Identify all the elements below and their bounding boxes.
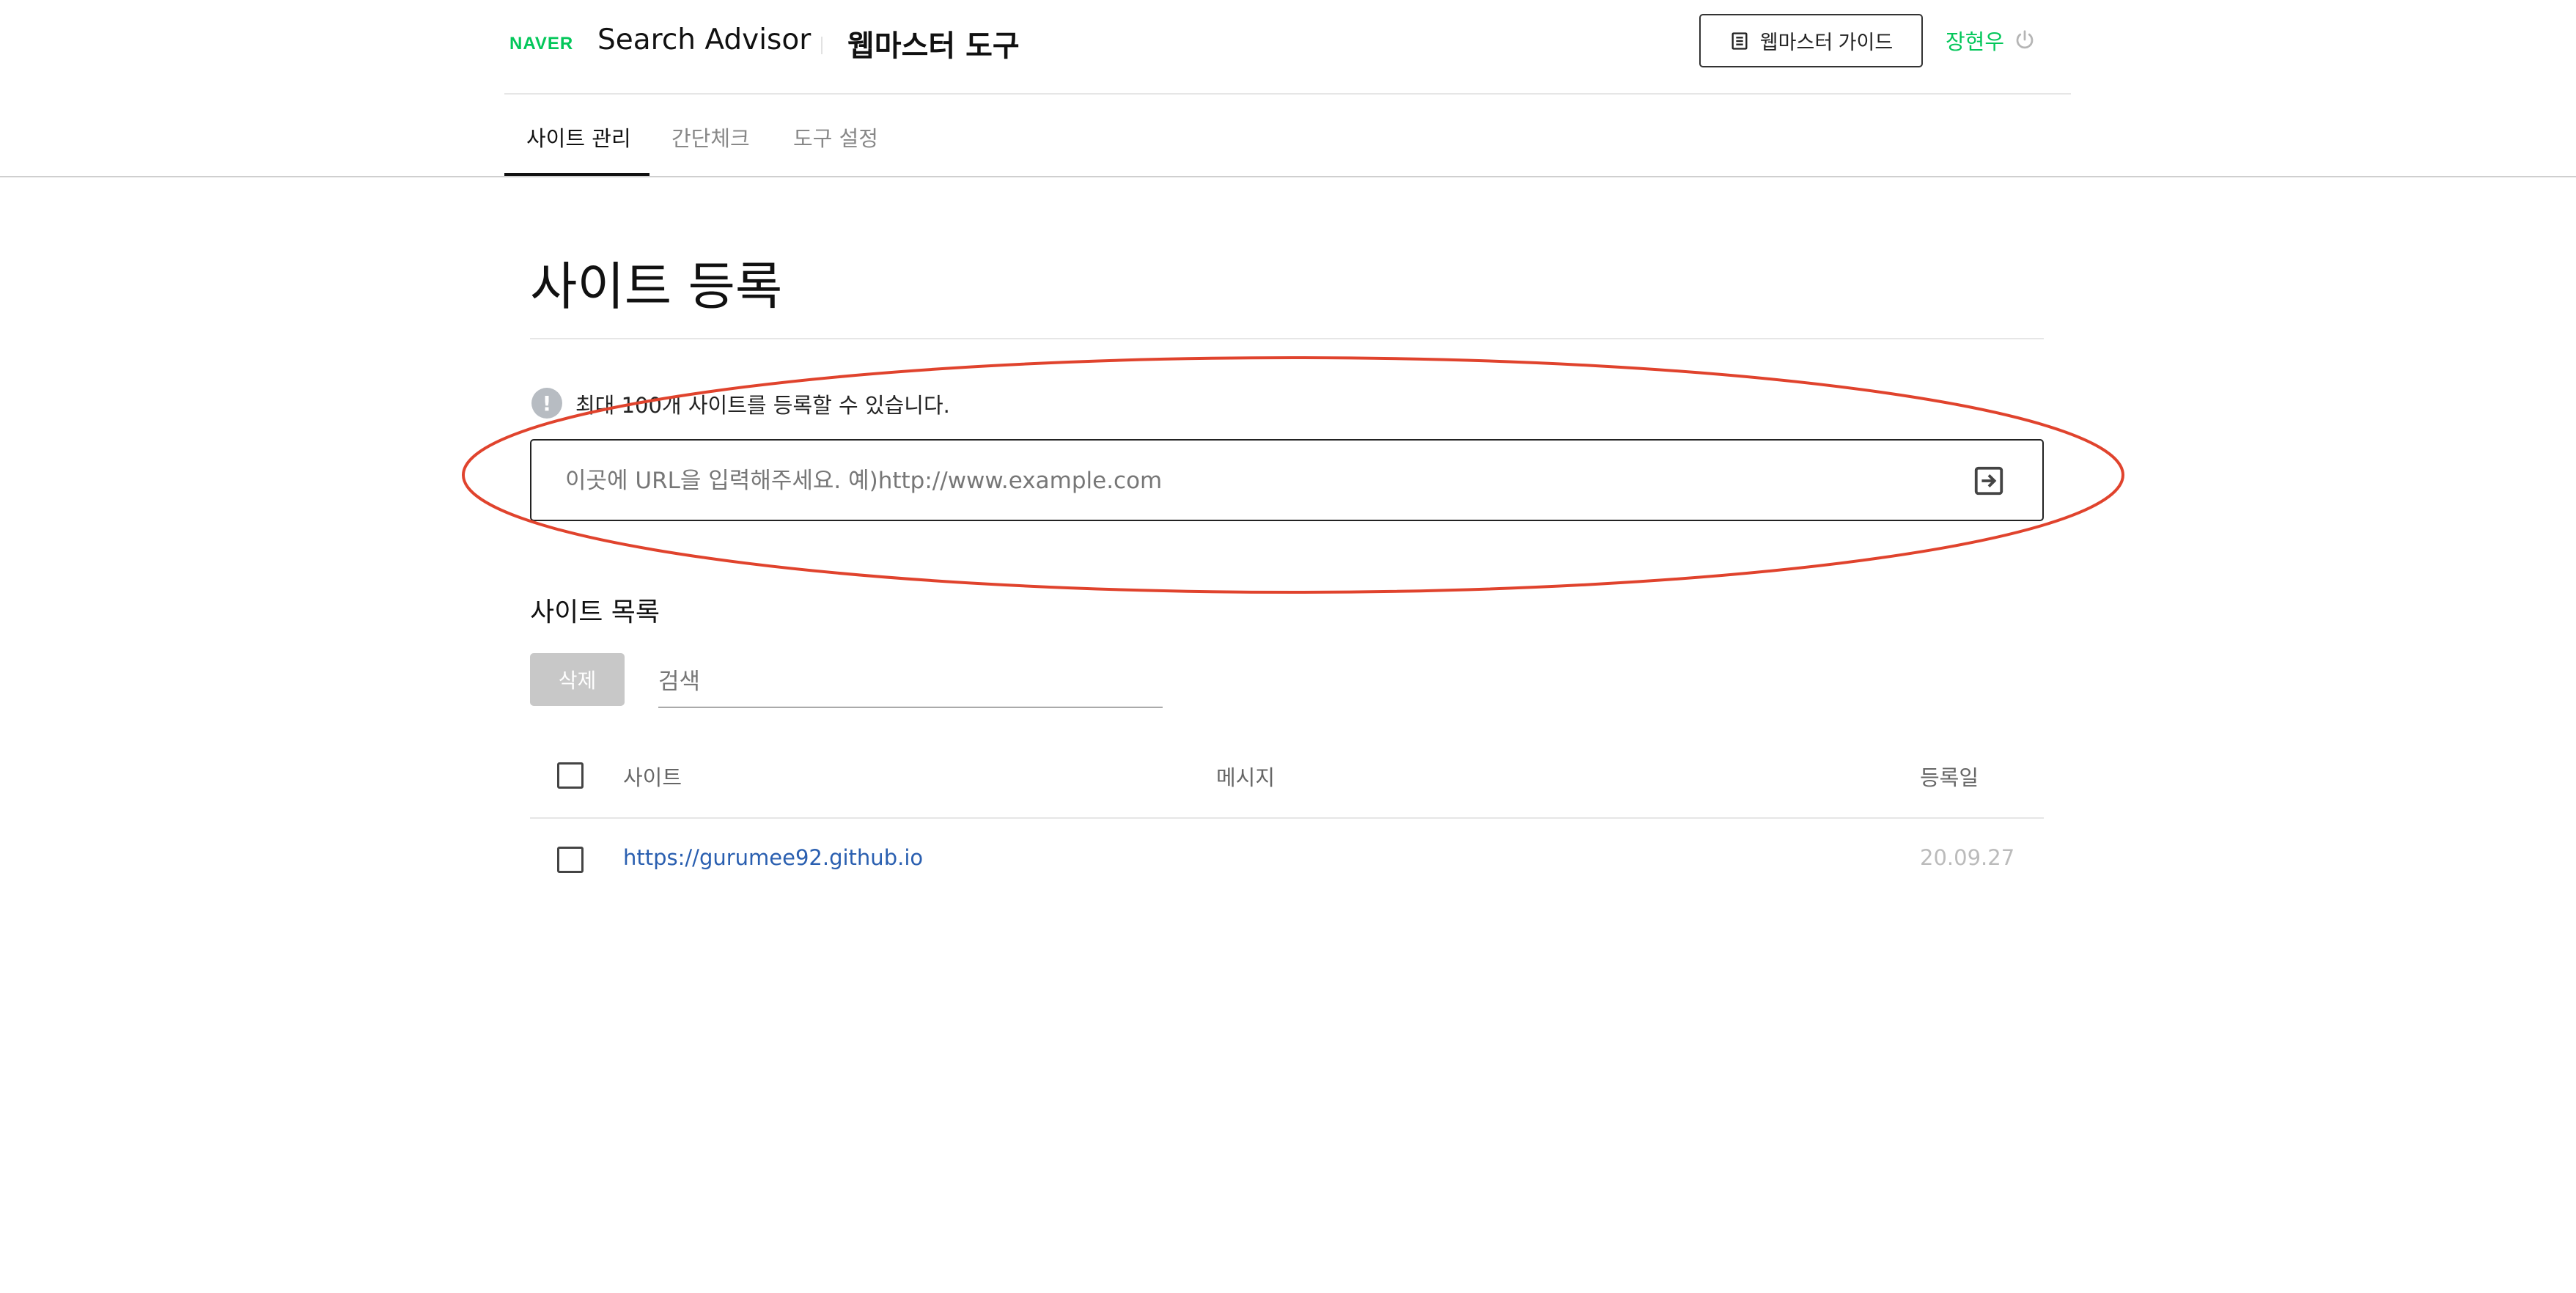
header-divider xyxy=(504,93,2071,95)
column-header-site: 사이트 xyxy=(623,765,682,790)
delete-button[interactable]: 삭제 xyxy=(530,653,625,706)
select-all-checkbox[interactable] xyxy=(557,762,584,789)
registered-date: 20.09.27 xyxy=(1920,845,2015,870)
page: NAVER Search Advisor 웹마스터 도구 웹마스터 가이드 장현… xyxy=(0,0,2576,1293)
user-name[interactable]: 장현우 xyxy=(1946,25,2004,56)
nav-divider xyxy=(0,176,2576,177)
tab-tool-settings[interactable]: 도구 설정 xyxy=(793,122,878,152)
title-separator xyxy=(821,37,823,54)
guide-label: 웹마스터 가이드 xyxy=(1759,32,1894,54)
site-url-link[interactable]: https://gurumee92.github.io xyxy=(623,845,923,870)
column-header-message: 메시지 xyxy=(1216,765,1276,790)
search-field xyxy=(658,653,1163,708)
tab-site-management[interactable]: 사이트 관리 xyxy=(526,122,631,152)
url-input-box xyxy=(530,439,2044,521)
title-divider xyxy=(530,338,2044,339)
search-input[interactable] xyxy=(658,663,1157,700)
site-list-title: 사이트 목록 xyxy=(530,597,660,627)
webmaster-guide-button[interactable]: 웹마스터 가이드 xyxy=(1699,14,1923,67)
naver-logo[interactable]: NAVER xyxy=(509,34,573,54)
tool-title[interactable]: 웹마스터 도구 xyxy=(847,22,1020,65)
column-header-date: 등록일 xyxy=(1920,765,1979,790)
page-title: 사이트 등록 xyxy=(530,257,783,317)
site-url-input[interactable] xyxy=(565,461,1885,501)
info-exclamation-icon: ! xyxy=(531,388,562,419)
row-checkbox[interactable] xyxy=(557,847,584,873)
service-title[interactable]: Search Advisor xyxy=(597,23,811,56)
list-header-divider xyxy=(530,817,2044,819)
tab-quick-check[interactable]: 간단체크 xyxy=(671,122,750,152)
register-submit-icon[interactable] xyxy=(1972,464,2006,498)
logout-power-icon[interactable] xyxy=(2014,29,2036,51)
site-limit-notice: 최대 100개 사이트를 등록할 수 있습니다. xyxy=(575,393,950,418)
document-icon xyxy=(1732,32,1748,50)
